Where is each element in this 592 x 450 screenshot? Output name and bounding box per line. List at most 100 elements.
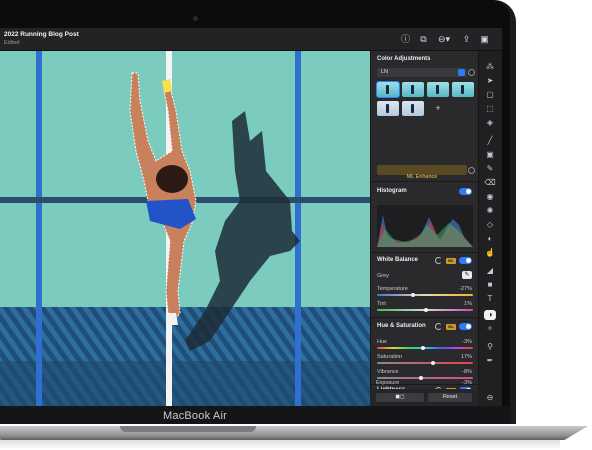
- select-rect-icon[interactable]: ▢: [484, 90, 496, 100]
- reset-button[interactable]: Reset: [428, 393, 472, 402]
- preset-select-value: LN: [381, 69, 389, 75]
- adjust-icon[interactable]: ◈: [484, 118, 496, 128]
- eraser-icon[interactable]: ⌫: [484, 178, 496, 188]
- arrow-icon[interactable]: ➤: [484, 76, 496, 86]
- ml-badge[interactable]: ML: [446, 258, 456, 264]
- effects-icon[interactable]: ✧: [484, 324, 496, 334]
- gradient-icon[interactable]: ◢: [484, 266, 496, 276]
- laptop-notch: [120, 426, 256, 432]
- saturation-label: Saturation: [377, 354, 403, 360]
- eyedropper-icon[interactable]: ✎: [462, 271, 472, 279]
- histogram-title: Histogram: [377, 188, 407, 194]
- divider: [371, 181, 478, 182]
- runner-shoe: [166, 313, 178, 325]
- preset-select[interactable]: LN: [377, 68, 467, 77]
- temperature-slider[interactable]: [377, 293, 473, 297]
- hue-value: -3%: [462, 339, 472, 345]
- window-toolbar: 2022 Running Blog Post Edited ⓘ ⧉ ⊖▾ ⇪ ▣: [0, 28, 502, 51]
- preset-thumbnail[interactable]: [377, 101, 399, 116]
- exposure-value: -3%: [462, 380, 472, 386]
- temperature-label: Temperature: [377, 286, 408, 292]
- sidebar-icon[interactable]: ▣: [479, 34, 490, 45]
- more-tools-icon[interactable]: ⊖: [484, 393, 496, 403]
- text-icon[interactable]: T: [484, 294, 496, 304]
- shape-icon[interactable]: ■: [484, 280, 496, 290]
- crop-icon[interactable]: ⧉: [418, 34, 429, 45]
- brush-icon[interactable]: ⁂: [484, 62, 496, 72]
- zoom-icon[interactable]: ⚲: [484, 342, 496, 352]
- share-icon[interactable]: ⇪: [461, 34, 472, 45]
- retouch-icon[interactable]: ✺: [484, 206, 496, 216]
- color-adjustments-panel: Color Adjustments LN + ML Enhance Histog…: [370, 51, 478, 408]
- smudge-icon[interactable]: ☝: [484, 248, 496, 258]
- ml-enhance-label: ML Enhance: [406, 174, 438, 180]
- runner-hair: [156, 165, 188, 193]
- tint-label: Tint: [377, 301, 386, 307]
- burn-icon[interactable]: ◐: [484, 234, 496, 244]
- tint-value: 1%: [464, 301, 472, 307]
- histogram-chart: [377, 205, 473, 247]
- ml-enhance-button[interactable]: ML Enhance: [377, 165, 467, 180]
- saturation-slider[interactable]: [377, 361, 473, 365]
- document-subtitle: Edited: [4, 40, 20, 46]
- clone-icon[interactable]: ◉: [484, 192, 496, 202]
- histogram-toggle[interactable]: [459, 188, 472, 195]
- color-adjust-icon[interactable]: ◑: [484, 310, 496, 320]
- more-icon[interactable]: ⊖▾: [436, 34, 452, 45]
- lane-line: [295, 51, 301, 408]
- vibrance-value: -8%: [462, 369, 472, 375]
- eyedropper-tool-icon[interactable]: ✒: [484, 356, 496, 366]
- sharpen-icon[interactable]: ◇: [484, 220, 496, 230]
- temperature-value: -27%: [459, 286, 472, 292]
- preset-thumbnail[interactable]: [427, 82, 449, 97]
- tools-footer: ⊖: [478, 389, 502, 406]
- divider: [371, 252, 478, 253]
- hue-saturation-title: Hue & Saturation: [377, 323, 426, 329]
- base-shadow: [0, 440, 560, 450]
- reset-icon[interactable]: [435, 323, 442, 330]
- panel-title: Color Adjustments: [377, 56, 431, 62]
- reset-icon[interactable]: [435, 257, 442, 264]
- slider-knob[interactable]: [421, 346, 425, 350]
- exposure-row: Exposure -3%: [370, 380, 478, 388]
- tool-icons: ⁂ ➤ ▢ ⬚ ◈ ╱ ▣ ✎ ⌫ ◉ ✺ ◇ ◐ ☝ ◢ ■ T ◑ ✧ ⚲ …: [478, 56, 502, 386]
- hue-label: Hue: [377, 339, 388, 345]
- hue-saturation-toggle[interactable]: [459, 323, 472, 330]
- preset-thumbnail[interactable]: [402, 101, 424, 116]
- info-icon[interactable]: ⓘ: [400, 34, 411, 45]
- laptop-base: [0, 426, 588, 440]
- vibrance-label: Vibrance: [377, 369, 399, 375]
- slider-knob[interactable]: [424, 308, 428, 312]
- magic-select-icon[interactable]: ⬚: [484, 104, 496, 114]
- brand-label: MacBook Air: [163, 410, 227, 422]
- white-balance-title: White Balance: [377, 257, 419, 263]
- vibrance-slider[interactable]: [377, 376, 473, 380]
- slider-knob[interactable]: [411, 293, 415, 297]
- camera: [193, 16, 198, 21]
- tint-slider[interactable]: [377, 308, 473, 312]
- preset-thumbnail[interactable]: [452, 82, 474, 97]
- white-balance-toggle[interactable]: [459, 257, 472, 264]
- preset-thumbnail[interactable]: [402, 82, 424, 97]
- hue-slider[interactable]: [377, 346, 473, 350]
- divider: [371, 317, 478, 318]
- photo-image: [0, 51, 370, 408]
- remove-icon[interactable]: [468, 69, 475, 76]
- bucket-icon[interactable]: ▣: [484, 150, 496, 160]
- pencil-icon[interactable]: ✎: [484, 164, 496, 174]
- slider-knob[interactable]: [431, 361, 435, 365]
- pen-icon[interactable]: ╱: [484, 136, 496, 146]
- panel-footer: ◼◻ Reset: [370, 389, 478, 406]
- exposure-label: Exposure: [376, 380, 400, 386]
- saturation-value: 17%: [460, 354, 472, 360]
- app-screen: 2022 Running Blog Post Edited ⓘ ⧉ ⊖▾ ⇪ ▣: [0, 28, 502, 408]
- document-title: 2022 Running Blog Post: [4, 31, 79, 38]
- ml-enhance-options-icon[interactable]: [468, 167, 475, 174]
- preset-thumbnail[interactable]: [376, 81, 400, 98]
- lane-line: [36, 51, 42, 408]
- add-preset-icon[interactable]: +: [427, 101, 449, 116]
- ml-badge[interactable]: ML: [446, 324, 456, 330]
- chevron-down-icon: [458, 69, 465, 76]
- compare-button[interactable]: ◼◻: [376, 393, 424, 402]
- photo-canvas[interactable]: [0, 51, 370, 408]
